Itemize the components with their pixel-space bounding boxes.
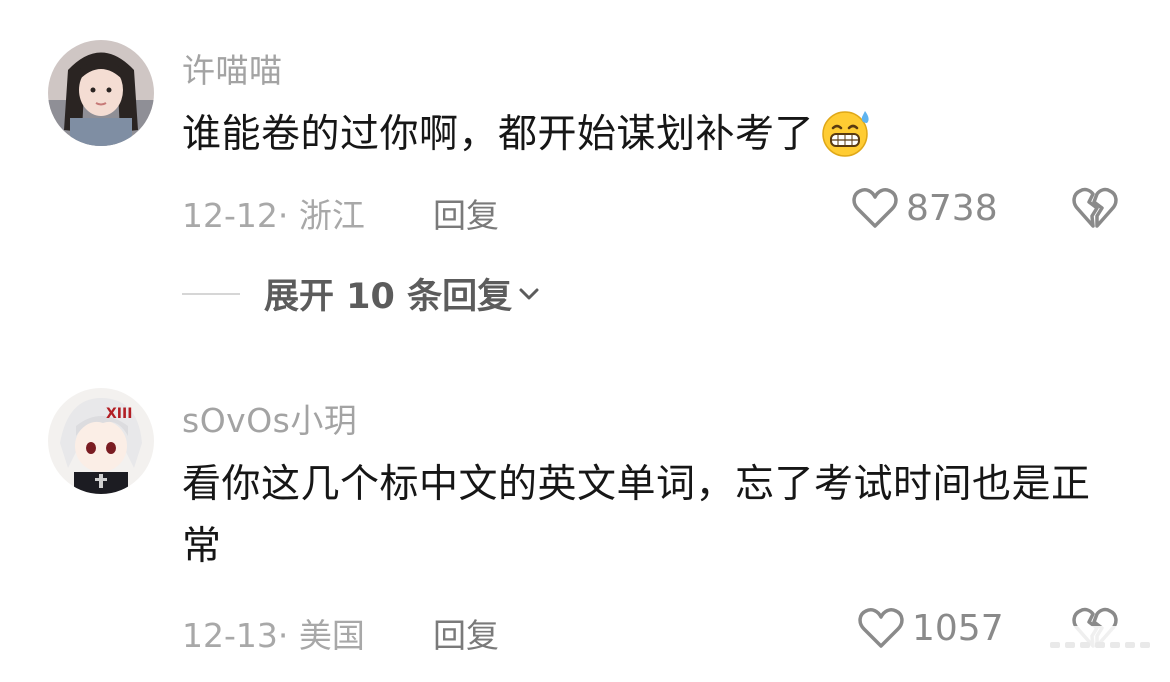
grinning-sweat-emoji-icon — [818, 107, 874, 176]
heart-outline-icon — [858, 606, 904, 650]
like-count: 8738 — [906, 187, 998, 229]
like-button[interactable]: 8738 — [852, 186, 998, 230]
expand-replies-button[interactable]: 展开 10 条回复 — [182, 268, 540, 319]
reply-button[interactable]: 回复 — [433, 609, 499, 657]
divider — [182, 292, 240, 295]
watermark-mark — [1050, 642, 1150, 648]
broken-heart-icon — [1072, 186, 1118, 230]
chevron-down-icon — [512, 287, 540, 301]
username[interactable]: sOvOs小玥 — [182, 394, 357, 442]
like-button[interactable]: 1057 — [858, 606, 1004, 650]
date-location: 12-12· 浙江 — [182, 196, 365, 235]
avatar[interactable] — [48, 40, 154, 146]
reply-button[interactable]: 回复 — [433, 189, 499, 237]
comment-text: 看你这几个标中文的英文单词，忘了考试时间也是正常 — [182, 462, 1091, 569]
username[interactable]: 许喵喵 — [182, 44, 283, 92]
comment-text-content: 谁能卷的过你啊，都开始谋划补考了 — [182, 112, 815, 157]
avatar[interactable]: XIII — [48, 388, 154, 494]
heart-outline-icon — [852, 186, 898, 230]
like-count: 1057 — [912, 607, 1004, 649]
comment-item: XIII sOvOs小玥 看你这几个标中文的英文单词，忘了考试时间也是正常 12… — [0, 340, 1170, 682]
date-location: 12-13· 美国 — [182, 616, 365, 655]
svg-text:XIII: XIII — [106, 406, 132, 422]
comment-item: 许喵喵 谁能卷的过你啊，都开始谋划补考了 12-12· 浙江 回复 8738 展… — [0, 0, 1170, 340]
dislike-button[interactable] — [1072, 186, 1118, 230]
expand-replies-label: 展开 10 条回复 — [264, 277, 513, 317]
comment-text: 谁能卷的过你啊，都开始谋划补考了 — [182, 104, 1122, 176]
